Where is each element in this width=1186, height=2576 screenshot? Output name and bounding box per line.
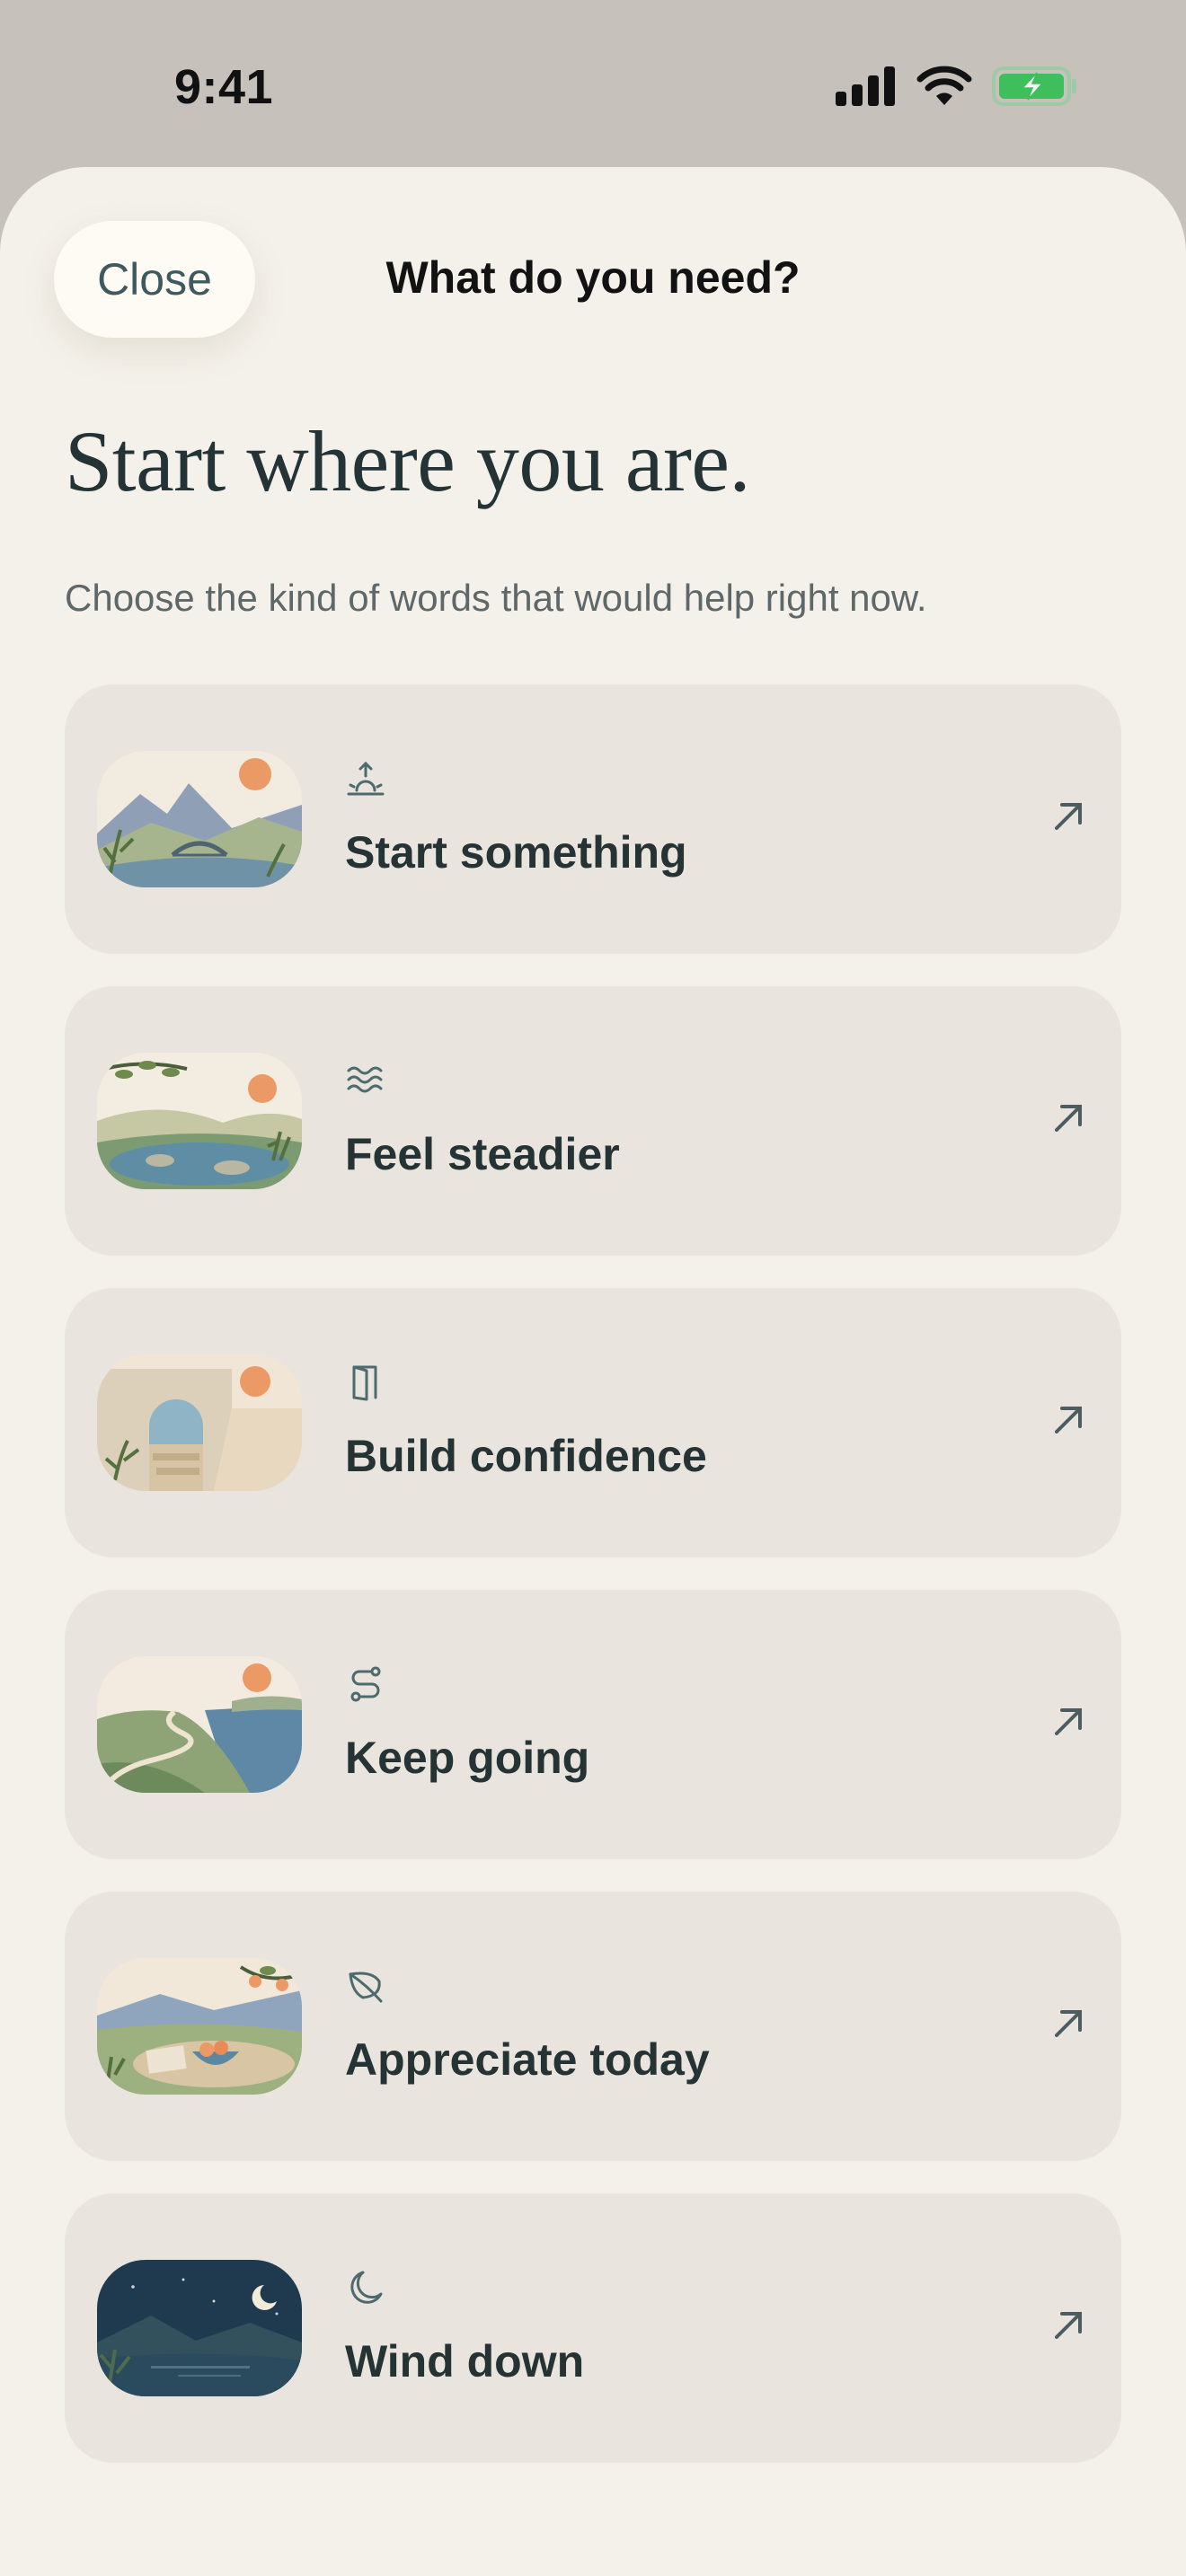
- coastal-path-thumbnail: [97, 1656, 302, 1793]
- option-label: Wind down: [345, 2336, 585, 2386]
- option-label: Start something: [345, 827, 687, 878]
- option-card-appreciate-today[interactable]: Appreciate today: [65, 1892, 1121, 2161]
- option-card-start-something[interactable]: Start something: [65, 684, 1121, 954]
- option-card-keep-going[interactable]: Keep going: [65, 1590, 1121, 1859]
- bottom-sheet: Close What do you need? Start where you …: [0, 167, 1186, 2576]
- option-card-wind-down[interactable]: Wind down: [65, 2193, 1121, 2463]
- signal-icon: [836, 66, 895, 106]
- path-icon: [345, 1663, 386, 1705]
- battery-charging-icon: [992, 66, 1076, 106]
- leaf-icon: [345, 1965, 386, 2007]
- night-lake-thumbnail: [97, 2260, 302, 2396]
- sheet-title: What do you need?: [385, 252, 801, 303]
- moon-icon: [345, 2267, 386, 2308]
- calm-pond-thumbnail: [97, 1053, 302, 1189]
- waves-icon: [345, 1060, 386, 1101]
- option-label: Build confidence: [345, 1431, 707, 1481]
- mountain-bridge-thumbnail: [97, 751, 302, 887]
- option-label: Appreciate today: [345, 2034, 710, 2085]
- status-icons: [836, 65, 1078, 108]
- arrow-up-right-icon: [1049, 2005, 1087, 2042]
- door-icon: [345, 1362, 386, 1403]
- status-bar: 9:41: [0, 0, 1186, 167]
- option-label: Keep going: [345, 1733, 590, 1783]
- arrow-up-right-icon: [1049, 1703, 1087, 1741]
- wifi-icon: [916, 66, 972, 105]
- fruit-bowl-thumbnail: [97, 1958, 302, 2095]
- arrow-up-right-icon: [1049, 2307, 1087, 2344]
- stone-arch-thumbnail: [97, 1354, 302, 1491]
- page-subtitle: Choose the kind of words that would help…: [65, 577, 927, 619]
- option-label: Feel steadier: [345, 1129, 620, 1179]
- sunrise-icon: [345, 758, 386, 799]
- arrow-up-right-icon: [1049, 1099, 1087, 1137]
- arrow-up-right-icon: [1049, 1401, 1087, 1439]
- option-card-feel-steadier[interactable]: Feel steadier: [65, 986, 1121, 1256]
- arrow-up-right-icon: [1049, 798, 1087, 835]
- page-headline: Start where you are.: [65, 413, 751, 509]
- status-time: 9:41: [174, 60, 274, 114]
- option-card-build-confidence[interactable]: Build confidence: [65, 1288, 1121, 1557]
